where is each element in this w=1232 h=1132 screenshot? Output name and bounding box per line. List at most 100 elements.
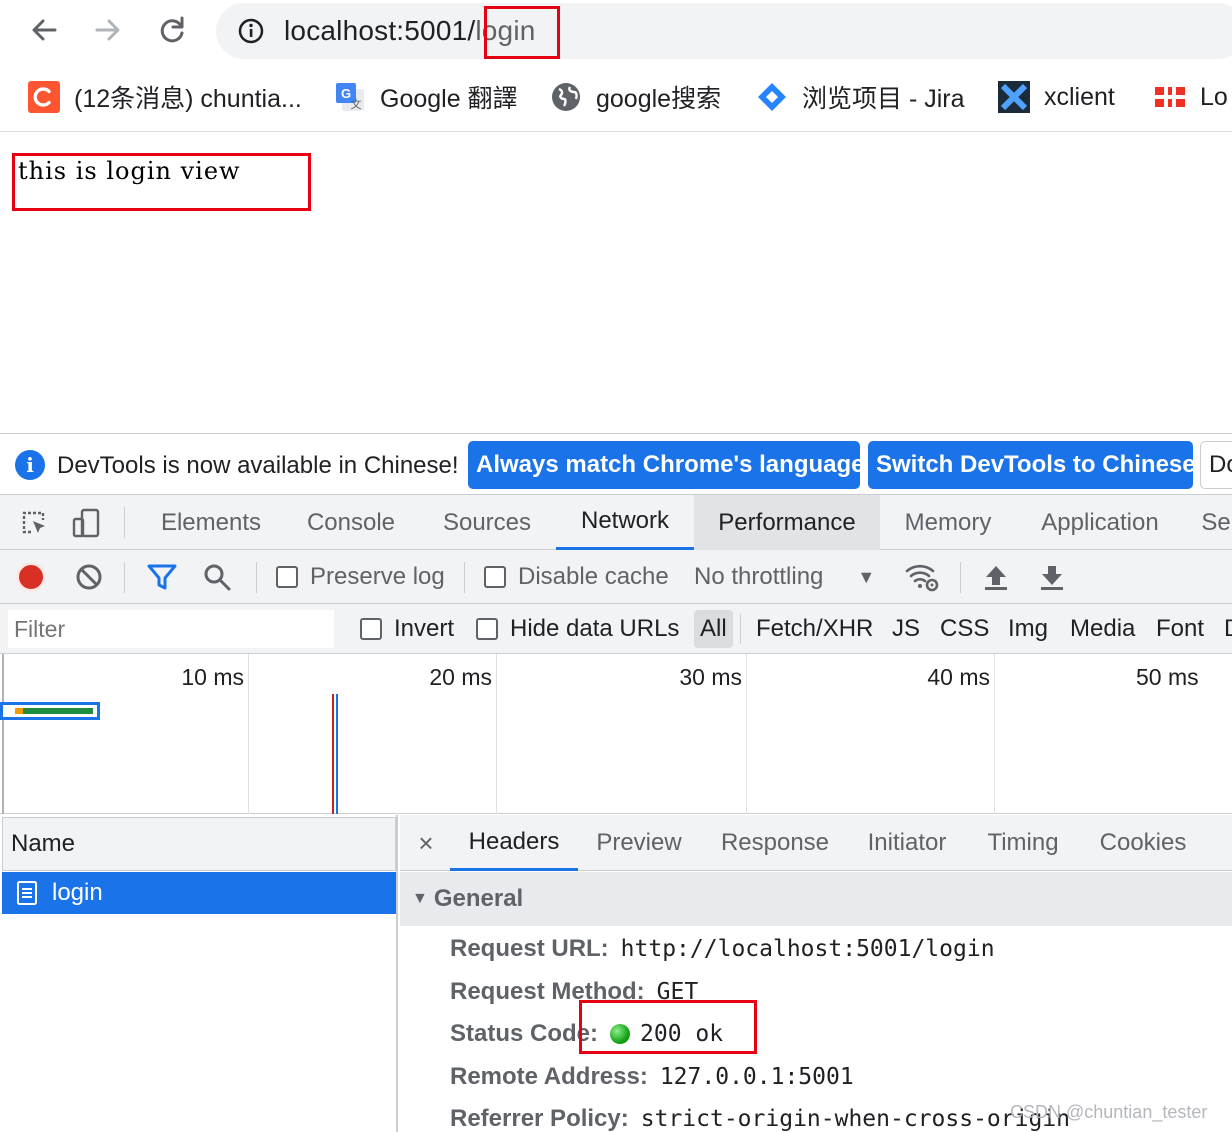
field-value: 127.0.0.1:5001: [659, 1064, 854, 1090]
tab-response[interactable]: Response: [712, 815, 838, 871]
bookmark-xclient[interactable]: xclient: [998, 80, 1115, 114]
checkbox-box: [276, 566, 298, 588]
toolbar-divider: [464, 562, 465, 593]
tab-console[interactable]: Console: [290, 495, 412, 550]
filter-type-all[interactable]: All: [694, 610, 733, 648]
timing-segment-waiting: [23, 708, 93, 714]
bookmark-fortinet[interactable]: Lo: [1154, 80, 1228, 114]
throttling-select[interactable]: No throttling ▼: [694, 550, 875, 604]
checkbox-box: [484, 566, 506, 588]
timeline-gridline: [746, 654, 747, 814]
tab-elements[interactable]: Elements: [144, 495, 278, 550]
tab-application[interactable]: Application: [1020, 495, 1180, 550]
hide-data-urls-checkbox[interactable]: Hide data URLs: [476, 604, 679, 654]
switch-devtools-chinese-button[interactable]: Switch DevTools to Chinese: [868, 441, 1196, 489]
network-filter-bar: Invert Hide data URLs All Fetch/XHR JS C…: [0, 604, 1232, 654]
clear-icon: [76, 564, 102, 590]
reload-button[interactable]: [152, 10, 192, 50]
field-key: Referrer Policy:: [450, 1105, 629, 1132]
tab-headers[interactable]: Headers: [450, 815, 578, 871]
dropdown-arrow-icon: ▼: [857, 566, 876, 587]
invert-label: Invert: [394, 615, 455, 642]
device-toolbar-button[interactable]: [66, 495, 106, 550]
disable-cache-checkbox[interactable]: Disable cache: [484, 550, 669, 604]
dont-show-again-button[interactable]: Do: [1200, 441, 1232, 489]
field-value: strict-origin-when-cross-origin: [640, 1106, 1071, 1132]
dom-content-loaded-marker: [336, 694, 338, 814]
hide-data-urls-label: Hide data URLs: [510, 615, 680, 642]
tab-security[interactable]: Se: [1196, 495, 1232, 550]
filter-type-font[interactable]: Font: [1150, 610, 1210, 648]
preserve-log-checkbox[interactable]: Preserve log: [276, 550, 445, 604]
filter-type-media[interactable]: Media: [1064, 610, 1141, 648]
tab-preview[interactable]: Preview: [588, 815, 690, 871]
tab-initiator[interactable]: Initiator: [858, 815, 956, 871]
fortinet-icon: [1154, 81, 1186, 113]
address-bar[interactable]: localhost:5001/login: [216, 3, 1232, 59]
request-list: Name login: [0, 815, 398, 1132]
bookmark-google-translate[interactable]: G文 Google 翻譯: [334, 80, 518, 114]
infobar-message: DevTools is now available in Chinese!: [57, 452, 459, 479]
search-button[interactable]: [202, 550, 232, 604]
download-icon: [1041, 566, 1063, 590]
export-har-button[interactable]: [1038, 550, 1066, 604]
network-conditions-button[interactable]: [904, 550, 940, 604]
timeline-tick-label: 30 ms: [679, 664, 742, 690]
filter-type-css[interactable]: CSS: [934, 610, 995, 648]
always-match-language-button[interactable]: Always match Chrome's language: [468, 441, 865, 489]
clear-button[interactable]: [74, 550, 104, 604]
bookmark-label: Lo: [1200, 82, 1228, 111]
page-text-highlight: [12, 153, 311, 211]
network-toolbar: Preserve log Disable cache No throttling…: [0, 550, 1232, 604]
toolbar-divider: [960, 562, 961, 593]
bookmark-label: 浏览项目 - Jira: [802, 85, 965, 113]
inspect-element-button[interactable]: [14, 495, 54, 550]
filter-type-doc[interactable]: D: [1218, 610, 1232, 648]
filter-type-js[interactable]: JS: [886, 610, 926, 648]
close-detail-button[interactable]: ×: [412, 815, 440, 871]
general-section-header[interactable]: ▼ General: [400, 872, 1232, 926]
tab-timing[interactable]: Timing: [980, 815, 1066, 871]
svg-text:文: 文: [351, 97, 362, 111]
filter-toggle-button[interactable]: [146, 550, 178, 604]
filter-type-img[interactable]: Img: [1002, 610, 1054, 648]
bookmark-csdn[interactable]: (12条消息) chuntia...: [28, 80, 302, 114]
disable-cache-label: Disable cache: [518, 563, 669, 590]
bookmark-jira[interactable]: 浏览项目 - Jira: [756, 80, 965, 114]
import-har-button[interactable]: [982, 550, 1010, 604]
timing-segment-queueing: [15, 708, 23, 714]
toolbar-divider: [124, 507, 125, 538]
referrer-policy-row: Referrer Policy: strict-origin-when-cros…: [450, 1102, 1070, 1132]
field-key: Request URL:: [450, 935, 609, 962]
tab-performance[interactable]: Performance: [694, 495, 880, 550]
tab-network[interactable]: Network: [556, 495, 694, 550]
timeline-tick-label: 10 ms: [181, 664, 244, 690]
filter-input[interactable]: [8, 610, 334, 648]
jira-icon: [756, 81, 788, 113]
invert-checkbox[interactable]: Invert: [360, 604, 454, 654]
timeline-tick-label: 40 ms: [927, 664, 990, 690]
bookmark-label: google搜索: [596, 85, 722, 113]
timeline-gridline: [248, 654, 249, 814]
tab-cookies[interactable]: Cookies: [1092, 815, 1194, 871]
name-column-header[interactable]: Name: [2, 817, 396, 871]
request-row-login[interactable]: login: [2, 872, 396, 914]
field-value: http://localhost:5001/login: [620, 936, 995, 962]
request-detail-pane: × Headers Preview Response Initiator Tim…: [400, 815, 1232, 1132]
back-button[interactable]: [24, 10, 64, 50]
bookmark-google-search[interactable]: google搜索: [550, 80, 721, 114]
toolbar-divider: [124, 562, 125, 593]
tab-sources[interactable]: Sources: [424, 495, 550, 550]
preserve-log-label: Preserve log: [310, 563, 445, 590]
info-icon: i: [15, 450, 45, 480]
csdn-icon: [28, 81, 60, 113]
record-button[interactable]: [16, 550, 46, 604]
devtools-language-infobar: i DevTools is now available in Chinese! …: [0, 433, 1232, 495]
record-icon: [16, 562, 46, 592]
filter-type-fetch-xhr[interactable]: Fetch/XHR: [750, 610, 879, 648]
network-overview-timeline[interactable]: 10 ms 20 ms 30 ms 40 ms 50 ms: [0, 654, 1232, 814]
site-info-icon[interactable]: [238, 18, 264, 44]
tab-memory[interactable]: Memory: [886, 495, 1010, 550]
globe-icon: [550, 81, 582, 113]
forward-button[interactable]: [88, 10, 128, 50]
